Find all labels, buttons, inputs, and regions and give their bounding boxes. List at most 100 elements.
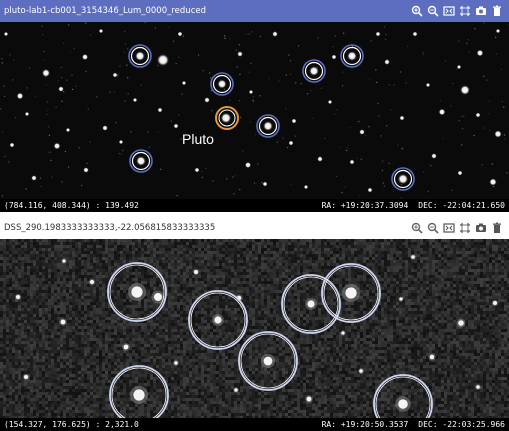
- star: [308, 65, 320, 77]
- bottom-title-bar: DSS_290.1983333333333,-22.05681583333333…: [0, 217, 509, 239]
- star: [367, 187, 373, 193]
- star: [458, 320, 464, 326]
- top-pixel-readout: (784.116, 408.344) : 139.492: [4, 201, 139, 210]
- star: [288, 140, 294, 146]
- star: [331, 54, 337, 60]
- star: [102, 125, 108, 131]
- star: [81, 53, 89, 61]
- star: [431, 153, 437, 159]
- star: [157, 107, 163, 113]
- star: [459, 84, 471, 96]
- zoom-fit-icon[interactable]: [441, 220, 457, 236]
- star: [476, 49, 484, 57]
- camera-icon[interactable]: [473, 3, 489, 19]
- star: [217, 79, 227, 89]
- star: [134, 50, 146, 62]
- star: [83, 167, 89, 173]
- star: [303, 184, 309, 190]
- star: [244, 161, 252, 169]
- zoom-in-icon[interactable]: [409, 3, 425, 19]
- star: [16, 92, 24, 100]
- zoom-in-icon[interactable]: [409, 220, 425, 236]
- bottom-toolbar: [409, 220, 505, 236]
- star: [248, 89, 254, 95]
- star: [262, 120, 274, 132]
- star: [349, 159, 355, 165]
- star: [62, 259, 66, 263]
- star: [359, 129, 365, 135]
- star: [181, 80, 187, 86]
- star: [345, 287, 357, 299]
- star: [133, 389, 145, 401]
- bottom-starfield: [0, 239, 509, 418]
- star: [411, 255, 415, 259]
- star: [214, 316, 222, 324]
- top-starfield: [0, 22, 509, 199]
- star: [24, 375, 28, 379]
- star: [41, 68, 51, 78]
- camera-icon[interactable]: [473, 220, 489, 236]
- star: [384, 59, 390, 65]
- star: [131, 286, 143, 298]
- star: [494, 130, 502, 138]
- zoom-out-icon[interactable]: [425, 220, 441, 236]
- star: [173, 123, 179, 129]
- star: [90, 280, 94, 284]
- star: [118, 139, 124, 145]
- crop-icon[interactable]: [457, 220, 473, 236]
- zoom-out-icon[interactable]: [425, 3, 441, 19]
- star: [237, 51, 243, 57]
- star: [438, 108, 446, 116]
- top-image-panel: pluto-lab1-cb001_3154346_Lum_0000_reduce…: [0, 0, 509, 212]
- top-status-bar: (784.116, 408.344) : 139.492 RA: +19:20:…: [0, 199, 509, 212]
- star: [346, 50, 358, 62]
- star: [399, 297, 403, 301]
- star: [3, 31, 9, 37]
- bottom-sky-image[interactable]: [0, 239, 509, 418]
- star: [412, 31, 418, 37]
- pluto-label: Pluto: [182, 131, 214, 147]
- trash-icon[interactable]: [489, 3, 505, 19]
- top-toolbar: [409, 3, 505, 19]
- star: [31, 175, 37, 181]
- star: [341, 331, 345, 335]
- top-title-bar: pluto-lab1-cb001_3154346_Lum_0000_reduce…: [0, 0, 509, 22]
- star: [16, 295, 20, 299]
- star: [177, 31, 183, 37]
- star: [291, 118, 297, 124]
- star: [397, 173, 409, 185]
- top-sky-image[interactable]: Pluto: [0, 22, 509, 199]
- star: [24, 111, 30, 117]
- star: [399, 115, 405, 121]
- star: [194, 167, 200, 173]
- star: [359, 369, 363, 373]
- star: [132, 97, 138, 103]
- star: [9, 142, 15, 148]
- star: [456, 64, 462, 70]
- star: [398, 399, 408, 409]
- top-ra-readout: RA: +19:20:37.3094: [321, 201, 409, 210]
- star: [475, 112, 481, 118]
- star: [489, 178, 497, 186]
- crop-icon[interactable]: [457, 3, 473, 19]
- bottom-pixel-readout: (154.327, 176.625) : 2,321.0: [4, 420, 139, 429]
- star: [194, 270, 198, 274]
- bottom-dec-readout: DEC: -22:03:25.966: [418, 420, 505, 429]
- star: [272, 31, 278, 37]
- star: [98, 28, 104, 34]
- bottom-status-bar: (154.327, 176.625) : 2,321.0 RA: +19:20:…: [0, 418, 509, 431]
- star: [263, 356, 273, 366]
- star: [65, 127, 71, 133]
- star: [317, 156, 323, 162]
- bottom-image-panel: DSS_290.1983333333333,-22.05681583333333…: [0, 217, 509, 431]
- star: [53, 142, 61, 150]
- star: [375, 31, 381, 37]
- star: [60, 319, 66, 325]
- zoom-fit-icon[interactable]: [441, 3, 457, 19]
- star: [495, 28, 501, 34]
- star: [135, 155, 147, 167]
- bottom-ra-readout: RA: +19:20:50.3537: [321, 420, 409, 429]
- star: [220, 112, 232, 124]
- trash-icon[interactable]: [489, 220, 505, 236]
- top-dec-readout: DEC: -22:04:21.650: [418, 201, 505, 210]
